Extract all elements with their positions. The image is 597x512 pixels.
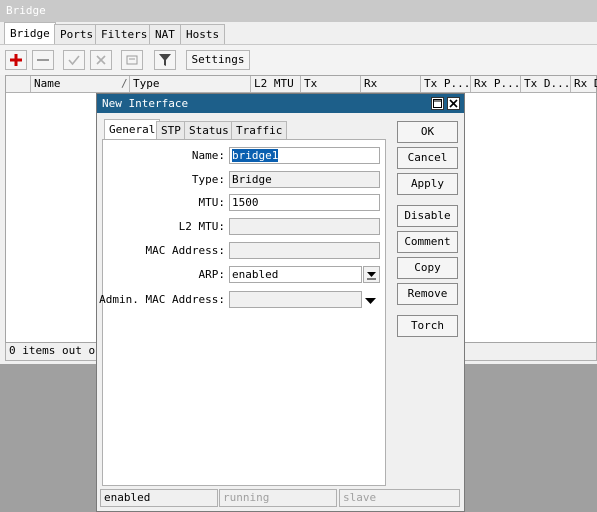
column-rx-packets[interactable]: Rx P...: [470, 76, 520, 92]
column-checkbox[interactable]: [6, 76, 30, 92]
enable-button[interactable]: [63, 50, 85, 70]
arp-dropdown-button[interactable]: [363, 266, 380, 283]
name-label: Name:: [191, 149, 225, 162]
check-icon: [68, 55, 80, 66]
ok-button[interactable]: OK: [397, 121, 458, 143]
column-type[interactable]: Type: [129, 76, 250, 92]
maximize-button[interactable]: [431, 97, 444, 110]
status-enabled: enabled: [100, 489, 218, 507]
mtu-field[interactable]: 1500: [229, 194, 380, 211]
dialog-title: New Interface: [97, 94, 464, 113]
tab-general[interactable]: General: [104, 119, 161, 140]
name-value: bridge1: [232, 149, 279, 162]
status-running: running: [219, 489, 337, 507]
l2mtu-label: L2 MTU:: [178, 220, 225, 233]
arrow-down-icon: [367, 271, 376, 279]
add-button[interactable]: [5, 50, 27, 70]
filter-button[interactable]: [154, 50, 176, 70]
remove-button[interactable]: [32, 50, 54, 70]
l2mtu-field: [229, 218, 380, 235]
close-icon: [449, 99, 458, 108]
arp-label: ARP:: [198, 268, 226, 281]
general-panel: Name: bridge1 Type: Bridge MTU: 1500 L2 …: [99, 139, 386, 486]
new-interface-dialog: New Interface General STP Status Traffic…: [96, 93, 465, 512]
tab-traffic[interactable]: Traffic: [231, 121, 288, 139]
disable-button[interactable]: [90, 50, 112, 70]
toolbar: Settings: [0, 44, 597, 75]
status-slave: slave: [339, 489, 460, 507]
mac-address-field: [229, 242, 380, 259]
tab-bridge[interactable]: Bridge: [4, 22, 56, 44]
column-name[interactable]: Name: [30, 76, 126, 92]
column-tx-packets[interactable]: Tx P...: [420, 76, 470, 92]
type-label: Type:: [191, 173, 225, 186]
filter-icon: [159, 54, 171, 66]
apply-button[interactable]: Apply: [397, 173, 458, 195]
items-count: 0 items out of: [9, 344, 102, 357]
comment-button[interactable]: [121, 50, 143, 70]
bridge-window-title: Bridge: [0, 0, 597, 22]
tab-stp[interactable]: STP: [156, 121, 186, 139]
settings-button[interactable]: Settings: [186, 50, 250, 70]
tab-status[interactable]: Status: [184, 121, 234, 139]
table-header: Name / Type L2 MTU Tx Rx Tx P... Rx P...…: [6, 76, 597, 93]
disable-button[interactable]: Disable: [397, 205, 458, 227]
note-icon: [126, 55, 138, 65]
tab-filters[interactable]: Filters: [95, 24, 154, 44]
column-tx[interactable]: Tx: [300, 76, 360, 92]
column-tx-drops[interactable]: Tx D...: [520, 76, 570, 92]
copy-button[interactable]: Copy: [397, 257, 458, 279]
type-field: Bridge: [229, 171, 380, 188]
admin-mac-dropdown-button[interactable]: [365, 295, 376, 308]
minus-icon: [37, 59, 49, 61]
mtu-label: MTU:: [198, 196, 226, 209]
tab-hosts[interactable]: Hosts: [180, 24, 226, 44]
arp-select[interactable]: enabled: [229, 266, 362, 283]
close-button[interactable]: [447, 97, 460, 110]
column-l2mtu[interactable]: L2 MTU: [250, 76, 300, 92]
mac-address-label: MAC Address:: [145, 244, 225, 257]
comment-button[interactable]: Comment: [397, 231, 458, 253]
maximize-icon: [433, 99, 442, 108]
tab-ports[interactable]: Ports: [54, 24, 100, 44]
plus-icon: [10, 54, 22, 66]
column-rx[interactable]: Rx: [360, 76, 420, 92]
bridge-tabs: Bridge Ports Filters NAT Hosts: [0, 22, 597, 44]
torch-button[interactable]: Torch: [397, 315, 458, 337]
name-field[interactable]: bridge1: [229, 147, 380, 164]
tab-nat[interactable]: NAT: [149, 24, 181, 44]
admin-mac-label: Admin. MAC Address:: [99, 293, 225, 306]
cancel-button[interactable]: Cancel: [397, 147, 458, 169]
column-rx-drops[interactable]: Rx D: [570, 76, 597, 92]
admin-mac-field[interactable]: [229, 291, 362, 308]
x-icon: [96, 55, 106, 65]
chevron-down-icon: [365, 298, 376, 304]
remove-button[interactable]: Remove: [397, 283, 458, 305]
